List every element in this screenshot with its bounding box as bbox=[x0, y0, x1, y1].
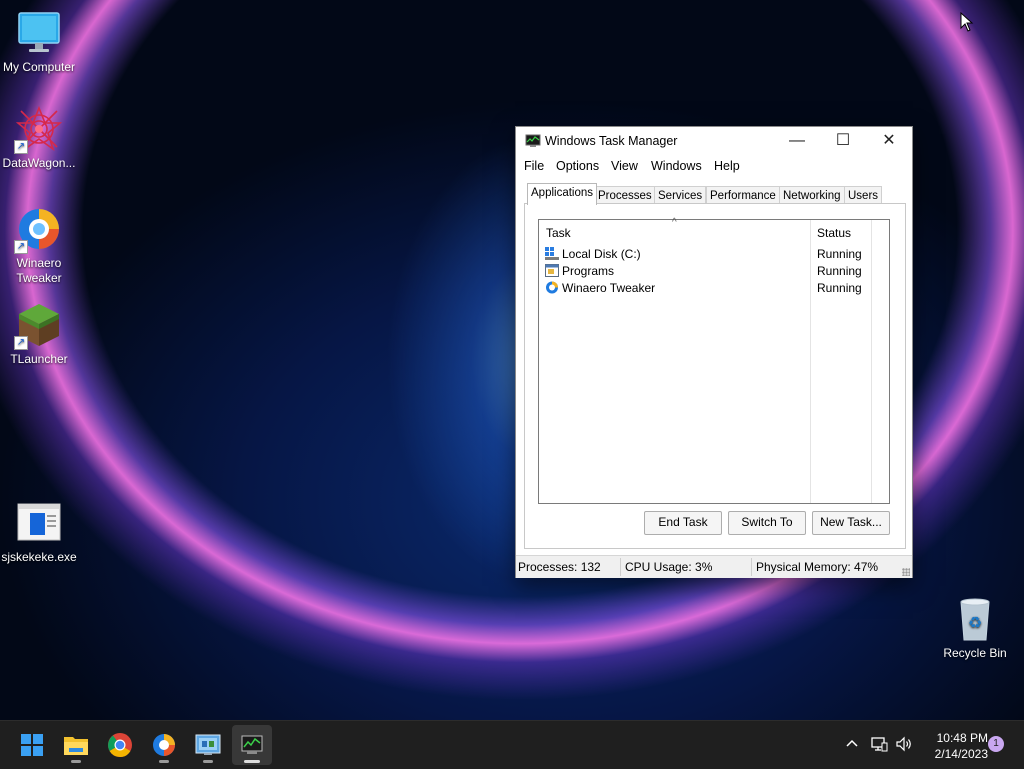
status-bar: Processes: 132 CPU Usage: 3% Physical Me… bbox=[516, 555, 912, 578]
clock-date: 2/14/2023 bbox=[934, 747, 988, 761]
desktop-icon-label: Recycle Bin bbox=[943, 646, 1007, 660]
desktop-icon-label: sjskekeke.exe bbox=[1, 550, 77, 564]
network-icon[interactable] bbox=[870, 735, 888, 753]
taskbar: 10:48 PM 2/14/2023 bbox=[0, 720, 1024, 769]
desktop-icon-recycle-bin[interactable]: ♻ Recycle Bin bbox=[936, 596, 1014, 661]
status-divider bbox=[751, 558, 752, 576]
menu-bar: File Options View Windows Help bbox=[516, 157, 912, 177]
datawagon-icon: ↗ bbox=[14, 105, 63, 154]
close-button[interactable]: ✕ bbox=[866, 127, 912, 157]
menu-view[interactable]: View bbox=[611, 159, 638, 173]
list-item[interactable]: Winaero Tweaker Running bbox=[539, 280, 889, 297]
show-hidden-icons-chevron-icon[interactable] bbox=[843, 735, 861, 753]
desktop-icon-label: Winaero Tweaker bbox=[16, 256, 62, 285]
shortcut-arrow-icon: ↗ bbox=[14, 240, 28, 254]
desktop-icon-tlauncher[interactable]: ↗ TLauncher bbox=[0, 302, 78, 367]
new-task-button[interactable]: New Task... bbox=[812, 511, 890, 535]
taskbar-file-explorer[interactable] bbox=[56, 725, 96, 765]
column-header-task[interactable]: Task bbox=[546, 226, 571, 240]
list-item[interactable]: Programs Running bbox=[539, 263, 889, 280]
status-divider bbox=[620, 558, 621, 576]
task-status: Running bbox=[817, 264, 862, 278]
windows-start-icon bbox=[21, 734, 43, 756]
desktop-icon-label: My Computer bbox=[2, 60, 76, 74]
shortcut-arrow-icon: ↗ bbox=[14, 336, 28, 350]
minimize-button[interactable]: — bbox=[774, 127, 820, 157]
shortcut-arrow-icon: ↗ bbox=[14, 140, 28, 154]
physical-memory: Physical Memory: 47% bbox=[756, 560, 879, 574]
chrome-icon bbox=[108, 733, 132, 758]
folder-window-icon bbox=[545, 264, 559, 277]
menu-windows[interactable]: Windows bbox=[651, 159, 702, 173]
task-name: Programs bbox=[562, 264, 615, 278]
task-name: Local Disk (C:) bbox=[562, 247, 641, 261]
menu-help[interactable]: Help bbox=[714, 159, 740, 173]
desktop-icon-label: TLauncher bbox=[10, 352, 68, 366]
menu-file[interactable]: File bbox=[524, 159, 544, 173]
drive-icon bbox=[545, 247, 559, 260]
active-indicator bbox=[244, 760, 260, 763]
task-status: Running bbox=[817, 281, 862, 295]
control-panel-icon bbox=[195, 734, 221, 755]
column-header-status[interactable]: Status bbox=[817, 226, 851, 240]
desktop-icon-datawagon[interactable]: ↗ DataWagon... bbox=[0, 105, 78, 171]
taskbar-winaero-tweaker[interactable] bbox=[144, 725, 184, 765]
clock-time: 10:48 PM bbox=[936, 731, 988, 745]
desktop-icon-winaero-tweaker[interactable]: ↗ Winaero Tweaker bbox=[0, 206, 78, 286]
taskbar-chrome[interactable] bbox=[100, 725, 140, 765]
system-clock[interactable]: 10:48 PM 2/14/2023 bbox=[918, 730, 988, 762]
winaero-icon bbox=[545, 281, 559, 294]
menu-options[interactable]: Options bbox=[556, 159, 599, 173]
list-header: Task ^ Status bbox=[539, 217, 889, 244]
running-indicator bbox=[159, 760, 169, 763]
task-status: Running bbox=[817, 247, 862, 261]
task-name: Winaero Tweaker bbox=[562, 281, 656, 295]
executable-file-icon bbox=[16, 500, 62, 546]
running-indicator bbox=[203, 760, 213, 763]
list-item[interactable]: Local Disk (C:) Running bbox=[539, 246, 889, 263]
winaero-icon: ↗ bbox=[14, 206, 62, 254]
taskbar-control-panel[interactable] bbox=[188, 725, 228, 765]
file-explorer-icon bbox=[64, 737, 88, 755]
volume-icon[interactable] bbox=[895, 735, 913, 753]
task-manager-icon bbox=[241, 735, 263, 754]
desktop-icon-my-computer[interactable]: My Computer bbox=[0, 10, 78, 75]
task-manager-icon bbox=[525, 134, 541, 148]
applications-list[interactable]: Task ^ Status Local Disk (C:) Running Pr… bbox=[538, 217, 890, 504]
svg-text:♻: ♻ bbox=[968, 613, 982, 632]
cpu-usage: CPU Usage: 3% bbox=[625, 560, 713, 574]
winaero-icon bbox=[153, 734, 175, 756]
process-count: Processes: 132 bbox=[518, 560, 601, 574]
title-bar[interactable]: Windows Task Manager — ☐ ✕ bbox=[516, 127, 912, 157]
tab-strip: Applications Processes Services Performa… bbox=[524, 183, 904, 205]
switch-to-button[interactable]: Switch To bbox=[728, 511, 806, 535]
minecraft-grass-block-icon: ↗ bbox=[14, 302, 62, 350]
window-title: Windows Task Manager bbox=[545, 134, 678, 148]
maximize-button[interactable]: ☐ bbox=[820, 127, 866, 157]
task-manager-window: Windows Task Manager — ☐ ✕ File Options … bbox=[515, 126, 913, 578]
running-indicator bbox=[71, 760, 81, 763]
taskbar-task-manager[interactable] bbox=[232, 725, 272, 765]
monitor-icon bbox=[16, 10, 62, 56]
tab-applications[interactable]: Applications bbox=[527, 183, 598, 205]
resize-grip-icon[interactable] bbox=[902, 568, 910, 576]
sort-ascending-icon: ^ bbox=[672, 217, 677, 228]
desktop-icon-sjskekeke[interactable]: sjskekeke.exe bbox=[0, 500, 78, 565]
notification-badge[interactable]: 1 bbox=[988, 736, 1004, 752]
recycle-bin-icon: ♻ bbox=[952, 596, 998, 642]
start-button[interactable] bbox=[12, 725, 52, 765]
desktop-icon-label: DataWagon... bbox=[2, 156, 76, 170]
end-task-button[interactable]: End Task bbox=[644, 511, 722, 535]
